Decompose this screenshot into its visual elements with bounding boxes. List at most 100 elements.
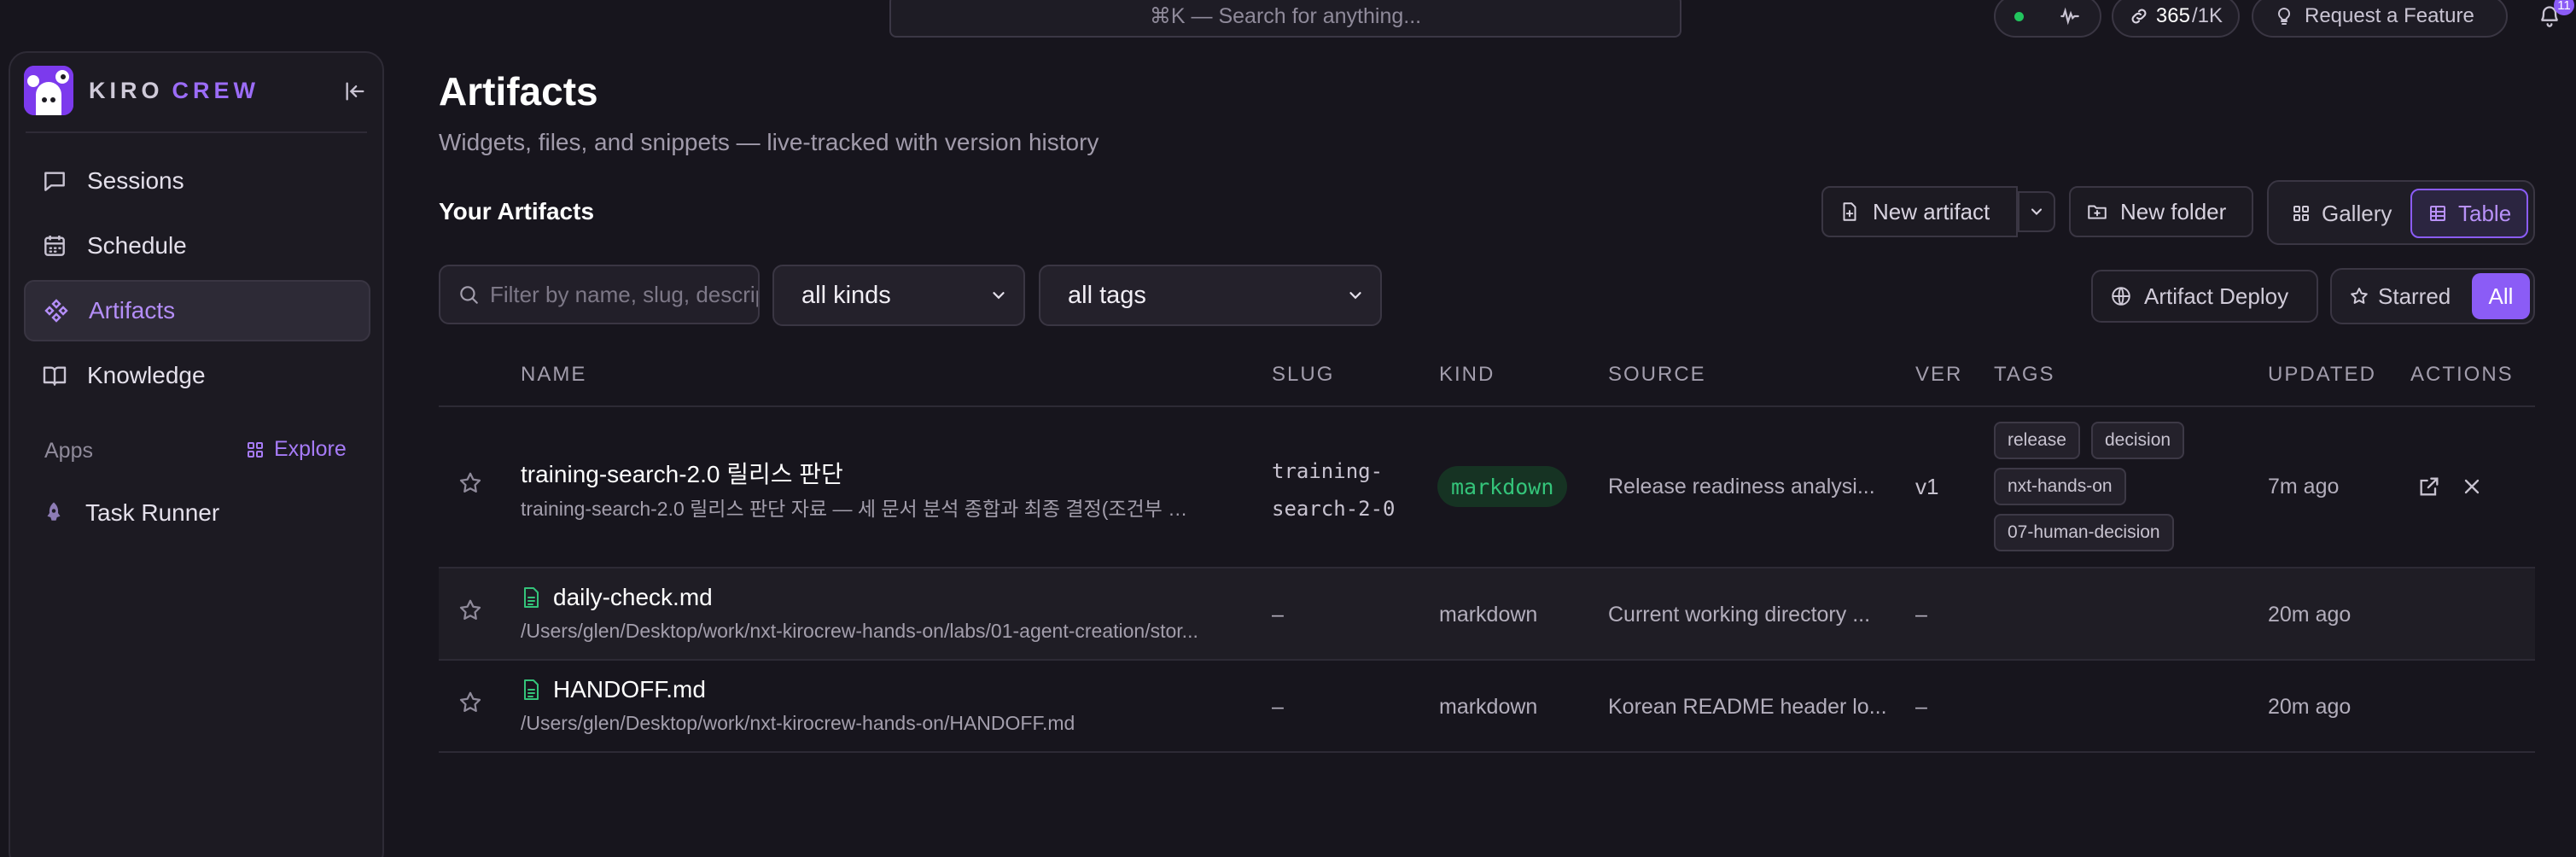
- tag-chip[interactable]: decision: [2091, 422, 2185, 459]
- star-icon: [459, 691, 481, 712]
- row-divider: [439, 659, 2535, 661]
- table-view-button[interactable]: Table: [2410, 189, 2529, 238]
- artifact-source: Current working directory ...: [1608, 603, 1871, 627]
- new-folder-label: New folder: [2120, 198, 2227, 224]
- sidebar-item-schedule[interactable]: Schedule: [24, 215, 370, 277]
- chevron-down-icon: [989, 286, 1008, 305]
- column-header-slug[interactable]: SLUG: [1272, 363, 1334, 387]
- gallery-view-button[interactable]: Gallery: [2276, 189, 2407, 238]
- gallery-icon: [2291, 203, 2311, 224]
- brand[interactable]: KIRO CREW: [24, 66, 259, 115]
- sidebar-item-label: Artifacts: [89, 297, 176, 324]
- sidebar-item-label: Knowledge: [87, 362, 206, 388]
- tag-chip[interactable]: nxt-hands-on: [1994, 468, 2126, 505]
- column-header-name[interactable]: NAME: [521, 363, 586, 387]
- artifact-path: /Users/glen/Desktop/work/nxt-kirocrew-ha…: [521, 620, 1198, 642]
- book-icon: [41, 362, 68, 389]
- artifact-slug: training- search-2-0: [1272, 459, 1396, 521]
- table-icon: [2427, 203, 2448, 224]
- sidebar-item-label: Sessions: [87, 167, 184, 194]
- sidebar: KIRO CREW Sessions Schedule Artifacts Kno…: [9, 51, 384, 857]
- artifact-updated: 20m ago: [2268, 603, 2352, 627]
- collapse-sidebar-button[interactable]: [341, 77, 370, 106]
- starred-label: Starred: [2378, 283, 2451, 309]
- new-artifact-button[interactable]: New artifact: [1821, 186, 2018, 237]
- column-header-source[interactable]: SOURCE: [1608, 363, 1706, 387]
- star-toggle[interactable]: [458, 690, 483, 715]
- file-plus-icon: [1839, 201, 1861, 223]
- artifact-updated: 7m ago: [2268, 475, 2340, 498]
- column-header-kind[interactable]: KIND: [1439, 363, 1495, 387]
- star-toggle[interactable]: [458, 470, 483, 496]
- artifacts-icon: [43, 297, 70, 324]
- link-usage-pill[interactable]: 365/1K: [2111, 0, 2240, 38]
- folder-plus-icon: [2086, 201, 2108, 223]
- artifact-source: Korean README header lo...: [1608, 695, 1887, 719]
- artifact-slug: –: [1272, 603, 1284, 627]
- starred-filter-button[interactable]: Starred: [2349, 270, 2451, 323]
- search-icon: [458, 283, 480, 306]
- chevron-down-icon: [1346, 286, 1365, 305]
- sidebar-item-artifacts[interactable]: Artifacts: [24, 280, 370, 341]
- apps-header: Apps: [44, 439, 93, 463]
- close-icon: [2464, 479, 2480, 494]
- rocket-icon: [41, 500, 67, 526]
- artifact-version: –: [1915, 603, 1927, 627]
- artifact-name[interactable]: daily-check.md: [521, 584, 713, 611]
- notifications-button[interactable]: 11: [2523, 0, 2576, 38]
- notification-count-badge: 11: [2554, 0, 2574, 15]
- global-search-bar[interactable]: ⌘K — Search for anything...: [889, 0, 1681, 38]
- artifact-updated: 20m ago: [2268, 695, 2352, 719]
- tags-select-value: all tags: [1068, 281, 1146, 309]
- filter-search-input[interactable]: Filter by name, slug, description: [439, 265, 760, 324]
- artifact-source: Release readiness analysi...: [1608, 475, 1875, 498]
- explore-apps-link[interactable]: Explore: [245, 437, 347, 462]
- tag-chip[interactable]: 07-human-decision: [1994, 514, 2174, 551]
- explore-label: Explore: [274, 437, 347, 461]
- status-pill[interactable]: [1993, 0, 2101, 38]
- artifact-name[interactable]: training-search-2.0 릴리스 판단: [521, 456, 843, 490]
- view-toggle: Gallery Table: [2267, 180, 2535, 245]
- link-total: /1K: [2191, 4, 2223, 27]
- star-icon: [459, 472, 481, 493]
- calendar-icon: [41, 232, 68, 259]
- sidebar-divider: [26, 131, 367, 133]
- kind-select[interactable]: all kinds: [772, 265, 1025, 326]
- artifact-description: training-search-2.0 릴리스 판단 자료 — 세 문서 분석 …: [521, 498, 1188, 520]
- globe-icon: [2110, 285, 2132, 307]
- table-header-divider: [439, 405, 2535, 407]
- request-feature-button[interactable]: Request a Feature: [2252, 0, 2508, 38]
- artifact-deploy-button[interactable]: Artifact Deploy: [2091, 270, 2318, 323]
- column-header-version[interactable]: VER: [1915, 363, 1962, 387]
- kiro-ghost-logo: [24, 66, 73, 115]
- artifact-version: v1: [1915, 474, 1939, 499]
- column-header-updated[interactable]: UPDATED: [2268, 363, 2376, 387]
- star-icon: [459, 599, 481, 620]
- sidebar-item-knowledge[interactable]: Knowledge: [24, 345, 370, 406]
- tag-chip[interactable]: release: [1994, 422, 2080, 459]
- sidebar-item-label: Schedule: [87, 232, 187, 259]
- artifact-kind: markdown: [1439, 603, 1538, 627]
- new-artifact-dropdown[interactable]: [2018, 191, 2055, 232]
- kind-select-value: all kinds: [801, 281, 891, 309]
- sidebar-item-sessions[interactable]: Sessions: [24, 150, 370, 212]
- tags-select[interactable]: all tags: [1039, 265, 1382, 326]
- external-link-icon: [2420, 477, 2439, 496]
- page-title: Artifacts: [439, 69, 598, 114]
- star-toggle[interactable]: [458, 598, 483, 623]
- delete-artifact-button[interactable]: [2460, 475, 2486, 500]
- artifact-name[interactable]: HANDOFF.md: [521, 676, 706, 703]
- column-header-tags[interactable]: TAGS: [1994, 363, 2055, 387]
- all-filter-button[interactable]: All: [2472, 273, 2530, 319]
- section-title: Your Artifacts: [439, 198, 595, 224]
- open-external-button[interactable]: [2417, 475, 2443, 500]
- sidebar-item-task-runner[interactable]: Task Runner: [24, 482, 370, 544]
- table-label: Table: [2458, 200, 2512, 226]
- row-divider: [439, 751, 2535, 753]
- lightbulb-icon: [2274, 6, 2294, 26]
- starred-filter-toggle: Starred All: [2330, 268, 2535, 324]
- link-count: 365: [2155, 4, 2190, 27]
- new-folder-button[interactable]: New folder: [2069, 186, 2253, 237]
- brand-name: KIRO CREW: [89, 77, 259, 103]
- file-icon: [521, 679, 541, 701]
